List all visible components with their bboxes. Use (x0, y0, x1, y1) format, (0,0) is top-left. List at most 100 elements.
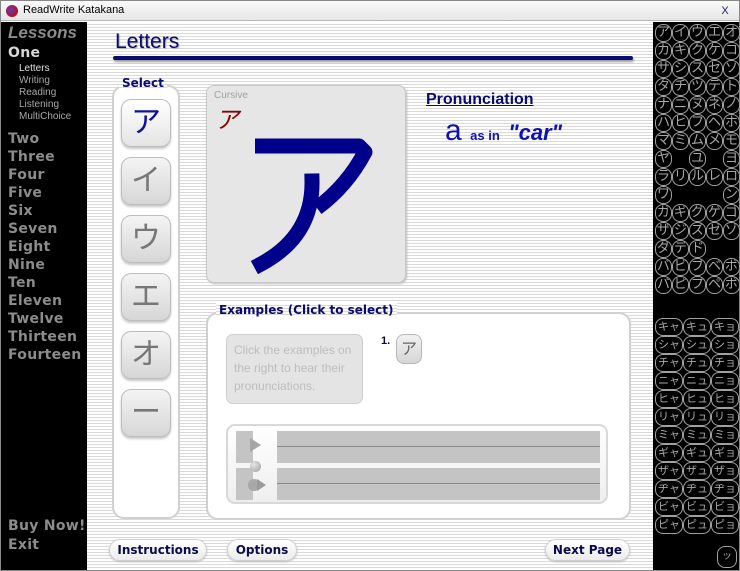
kana-cell[interactable]: ハ (655, 114, 672, 132)
kana-combo-cell[interactable]: ビュ (683, 498, 711, 516)
kana-combo-cell[interactable]: ヂャ (655, 480, 683, 498)
kana-cell[interactable]: ツ (689, 78, 706, 96)
kana-cell[interactable]: ム (689, 132, 706, 150)
kana-cell[interactable]: ゴ (723, 204, 740, 222)
select-letter-button[interactable]: ウ (121, 215, 171, 263)
kana-cell[interactable]: ロ (723, 168, 740, 186)
kana-cell[interactable]: テ (706, 78, 723, 96)
kana-cell[interactable]: ジ (672, 222, 689, 240)
kana-combo-cell[interactable]: リュ (683, 408, 711, 426)
kana-cell[interactable]: ポ (723, 276, 740, 294)
options-button[interactable]: Options (227, 539, 297, 561)
kana-cell[interactable]: ザ (655, 222, 672, 240)
kana-cell[interactable]: ラ (655, 168, 672, 186)
kana-cell[interactable]: シ (672, 60, 689, 78)
sub-item-writing[interactable]: Writing (19, 75, 50, 86)
kana-cell[interactable]: カ (655, 42, 672, 60)
kana-cell[interactable]: モ (723, 132, 740, 150)
kana-cell[interactable]: ソ (723, 60, 740, 78)
kana-combo-cell[interactable]: ザュ (683, 462, 711, 480)
lesson-two[interactable]: Two (8, 131, 39, 147)
kana-cell[interactable]: ゲ (706, 204, 723, 222)
kana-cell[interactable]: ケ (706, 42, 723, 60)
kana-cell[interactable]: リ (672, 168, 689, 186)
buy-now-link[interactable]: Buy Now! (8, 518, 86, 534)
kana-cell[interactable]: ネ (706, 96, 723, 114)
select-letter-button[interactable]: イ (121, 157, 171, 205)
kana-cell[interactable]: チ (672, 78, 689, 96)
small-tsu-cell[interactable]: ッ (717, 546, 737, 568)
kana-cell[interactable]: ン (723, 186, 740, 204)
kana-cell[interactable]: キ (672, 42, 689, 60)
lesson-ten[interactable]: Ten (8, 275, 36, 291)
kana-cell[interactable]: ヨ (723, 150, 740, 168)
kana-cell[interactable]: オ (723, 24, 740, 42)
lesson-six[interactable]: Six (8, 203, 33, 219)
kana-combo-cell[interactable]: チョ (711, 354, 739, 372)
kana-combo-cell[interactable]: ニュ (683, 372, 711, 390)
lesson-three[interactable]: Three (8, 149, 55, 165)
kana-cell[interactable]: ル (689, 168, 706, 186)
kana-cell[interactable]: パ (655, 276, 672, 294)
kana-combo-cell[interactable]: ビャ (655, 498, 683, 516)
kana-combo-cell[interactable]: ザャ (655, 462, 683, 480)
sub-item-listening[interactable]: Listening (19, 99, 59, 110)
kana-cell[interactable]: イ (672, 24, 689, 42)
close-button[interactable]: X (717, 3, 733, 19)
kana-cell[interactable]: ア (655, 24, 672, 42)
kana-cell[interactable]: ホ (723, 114, 740, 132)
kana-combo-cell[interactable]: ギュ (683, 444, 711, 462)
kana-cell[interactable]: ノ (723, 96, 740, 114)
kana-cell[interactable]: ゼ (706, 222, 723, 240)
kana-cell[interactable]: デ (672, 240, 689, 258)
kana-cell[interactable]: サ (655, 60, 672, 78)
kana-cell[interactable]: ゾ (723, 222, 740, 240)
lesson-twelve[interactable]: Twelve (8, 311, 64, 327)
record-icon[interactable] (250, 461, 261, 472)
kana-cell[interactable]: ワ (655, 186, 672, 204)
kana-combo-cell[interactable]: ピョ (711, 516, 739, 534)
kana-combo-cell[interactable]: ミャ (655, 426, 683, 444)
kana-cell[interactable]: ミ (672, 132, 689, 150)
instructions-button[interactable]: Instructions (109, 539, 207, 561)
kana-combo-cell[interactable]: キョ (711, 318, 739, 336)
kana-cell[interactable]: エ (706, 24, 723, 42)
kana-combo-cell[interactable]: リャ (655, 408, 683, 426)
kana-cell[interactable]: ヒ (672, 114, 689, 132)
kana-cell[interactable]: フ (689, 114, 706, 132)
lesson-eleven[interactable]: Eleven (8, 293, 62, 309)
kana-cell[interactable]: レ (706, 168, 723, 186)
kana-combo-cell[interactable]: ヒョ (711, 390, 739, 408)
kana-cell[interactable]: ズ (689, 222, 706, 240)
kana-cell[interactable]: メ (706, 132, 723, 150)
lesson-nine[interactable]: Nine (8, 257, 45, 273)
kana-cell[interactable]: グ (689, 204, 706, 222)
kana-combo-cell[interactable]: キャ (655, 318, 683, 336)
kana-combo-cell[interactable]: チュ (683, 354, 711, 372)
kana-combo-cell[interactable]: キュ (683, 318, 711, 336)
kana-combo-cell[interactable]: シュ (683, 336, 711, 354)
kana-combo-cell[interactable]: ミュ (683, 426, 711, 444)
kana-cell[interactable]: ブ (689, 258, 706, 276)
kana-cell[interactable]: ギ (672, 204, 689, 222)
kana-cell[interactable]: ボ (723, 258, 740, 276)
exit-link[interactable]: Exit (8, 537, 39, 553)
kana-cell[interactable]: ヘ (706, 114, 723, 132)
kana-cell[interactable]: ヤ (655, 150, 672, 168)
kana-combo-cell[interactable]: ヒュ (683, 390, 711, 408)
kana-cell[interactable]: ベ (706, 258, 723, 276)
kana-combo-cell[interactable]: ギョ (711, 444, 739, 462)
kana-combo-cell[interactable]: ギャ (655, 444, 683, 462)
kana-combo-cell[interactable]: ヒャ (655, 390, 683, 408)
next-page-button[interactable]: Next Page (545, 539, 630, 561)
kana-cell[interactable]: ダ (655, 240, 672, 258)
example-button[interactable]: ア (396, 334, 422, 364)
kana-cell[interactable]: セ (706, 60, 723, 78)
kana-cell[interactable]: ユ (689, 150, 706, 168)
kana-combo-cell[interactable]: ショ (711, 336, 739, 354)
select-letter-button[interactable]: ア (121, 99, 171, 147)
kana-combo-cell[interactable]: リョ (711, 408, 739, 426)
kana-cell[interactable]: ヌ (689, 96, 706, 114)
kana-cell[interactable]: ガ (655, 204, 672, 222)
sub-item-letters[interactable]: Letters (19, 63, 50, 74)
